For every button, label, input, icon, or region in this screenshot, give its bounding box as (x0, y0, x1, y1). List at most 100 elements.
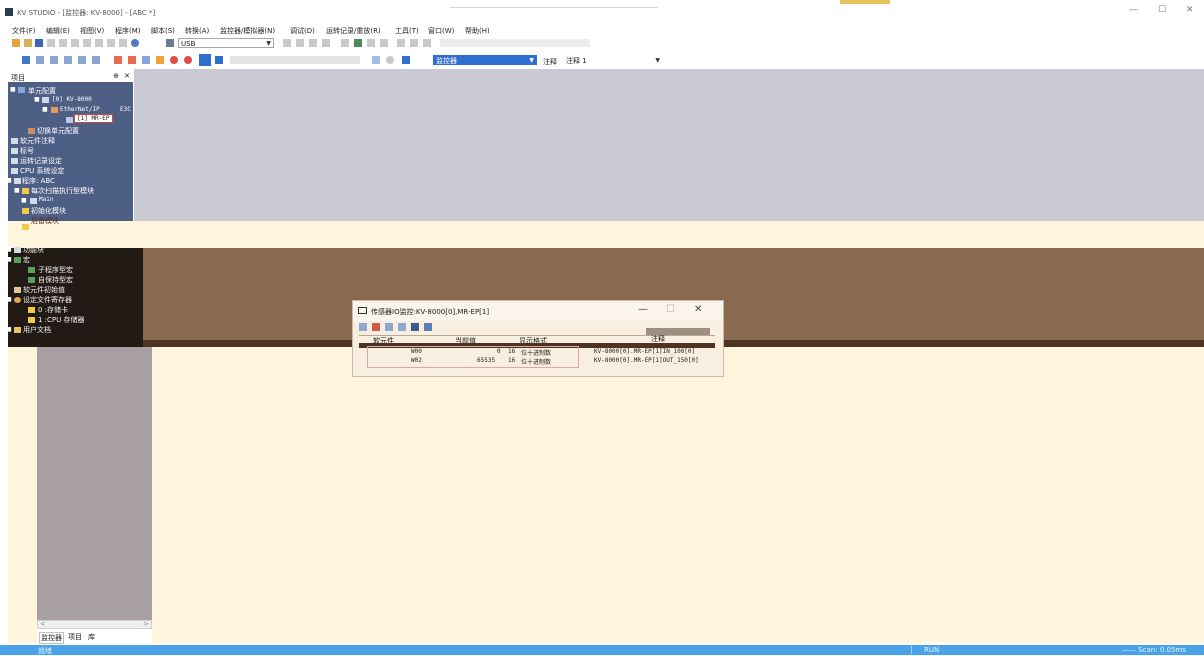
settings-icon[interactable] (411, 323, 419, 331)
tree-cpu-mem[interactable]: 1 :CPU 存储器 (38, 315, 85, 325)
step-controls[interactable] (230, 56, 360, 64)
collapse-toggle[interactable]: ■ (14, 187, 20, 194)
find-icon[interactable] (119, 39, 127, 47)
read-plc-icon[interactable] (283, 39, 291, 47)
write-plc-icon[interactable] (296, 39, 304, 47)
menu-help[interactable]: 帮助(H) (465, 26, 490, 36)
collapse-toggle[interactable]: ■ (6, 326, 12, 333)
registers-icon[interactable] (367, 39, 375, 47)
outdent-icon[interactable] (64, 56, 72, 64)
menu-program[interactable]: 程序(M) (115, 26, 141, 36)
tree-macro[interactable]: 宏 (23, 255, 30, 265)
time-icon[interactable] (386, 56, 394, 64)
chart-icon[interactable] (354, 39, 362, 47)
menu-convert[interactable]: 转换(A) (185, 26, 209, 36)
menu-debug[interactable]: 调试(D) (290, 26, 315, 36)
tree-init-module[interactable]: 初始化模块 (31, 206, 66, 216)
help-icon[interactable] (131, 39, 139, 47)
menu-tools[interactable]: 工具(T) (395, 26, 419, 36)
close-icon[interactable]: ✕ (124, 72, 130, 80)
tree-user-doc[interactable]: 用户文档 (23, 325, 51, 335)
monitor-icon[interactable] (322, 39, 330, 47)
monitor-stop-icon[interactable] (128, 56, 136, 64)
collapse-toggle[interactable]: ■ (34, 96, 40, 103)
tree-self-hold-macro[interactable]: 自保持型宏 (38, 275, 73, 285)
collapse-toggle[interactable]: ■ (10, 86, 16, 93)
delete-icon[interactable] (372, 323, 380, 331)
tab-library[interactable]: 库 (88, 632, 95, 642)
tree-main[interactable]: Main (39, 196, 53, 203)
table-view-icon[interactable] (385, 323, 393, 331)
tree-card0[interactable]: 0 :存储卡 (38, 305, 68, 315)
tree-device-init[interactable]: 软元件初始值 (23, 285, 65, 295)
record-icon[interactable] (170, 56, 178, 64)
tree-standby-module[interactable]: 后备模块 (31, 216, 59, 226)
tree-ethernet[interactable]: EtherNet/IP (60, 106, 100, 113)
transfer-icon[interactable] (166, 39, 174, 47)
comment-select[interactable]: 注释 1 ▼ (563, 55, 663, 65)
tree-cpu-setting[interactable]: CPU 系统设定 (20, 166, 64, 176)
ladder-symbols-toolbar[interactable] (440, 39, 590, 47)
collapse-toggle[interactable]: ■ (6, 177, 12, 184)
tree-subroutine-macro[interactable]: 子程序型宏 (38, 265, 73, 275)
view-mode-icon[interactable] (402, 56, 410, 64)
list-view-icon[interactable] (398, 323, 406, 331)
tree-unit-cpu[interactable]: [0] KV-8000 (52, 96, 92, 103)
add-device-icon[interactable] (359, 323, 367, 331)
ladder-icon[interactable] (380, 39, 388, 47)
collapse-toggle[interactable]: ■ (42, 106, 48, 113)
menu-view[interactable]: 视图(V) (80, 26, 104, 36)
search-icon[interactable] (372, 56, 380, 64)
tree-unit-config[interactable]: 单元配置 (28, 86, 56, 96)
watch-icon[interactable] (92, 56, 100, 64)
verify-icon[interactable] (309, 39, 317, 47)
new-icon[interactable] (12, 39, 20, 47)
mode-select[interactable]: 监控器 ▼ (433, 55, 537, 65)
menu-edit[interactable]: 编辑(E) (46, 26, 70, 36)
menu-window[interactable]: 窗口(W) (428, 26, 454, 36)
redo-icon[interactable] (107, 39, 115, 47)
list-icon[interactable] (36, 56, 44, 64)
zoom-icon[interactable] (341, 39, 349, 47)
tree-func-block[interactable]: 功能块 (23, 245, 44, 255)
copy-icon[interactable] (71, 39, 79, 47)
collapse-toggle[interactable]: ■ (6, 256, 12, 263)
indent-icon[interactable] (50, 56, 58, 64)
tree-file-register[interactable]: 设定文件寄存器 (23, 295, 72, 305)
table-icon[interactable] (78, 56, 86, 64)
save-icon[interactable] (35, 39, 43, 47)
stop-icon[interactable] (215, 56, 223, 64)
tab-monitor[interactable]: 监控器 (39, 632, 64, 644)
connection-select[interactable]: USB ▼ (178, 38, 274, 48)
tab-project[interactable]: 项目 (68, 632, 82, 642)
tree-switch-unit[interactable]: 切换单元配置 (37, 126, 79, 136)
menu-file[interactable]: 文件(F) (12, 26, 36, 36)
tree-program[interactable]: 程序: ABC (22, 176, 55, 186)
monitor-start-icon[interactable] (114, 56, 122, 64)
scroll-left-icon[interactable]: < (40, 620, 46, 628)
dialog-close-button[interactable]: ✕ (694, 304, 702, 315)
collapse-toggle[interactable]: ■ (6, 246, 12, 253)
run-icon[interactable] (199, 54, 211, 66)
dialog-maximize-button[interactable]: ☐ (666, 304, 675, 315)
pin-icon[interactable]: ⊕ (113, 72, 119, 80)
breakpoint-icon[interactable] (184, 56, 192, 64)
tree-mr-ep[interactable]: [1] MR-EP (74, 114, 113, 123)
device-icon[interactable] (410, 39, 418, 47)
maximize-button[interactable]: ☐ (1158, 5, 1166, 15)
export-icon[interactable] (424, 323, 432, 331)
menu-run-record[interactable]: 运转记录/重放(R) (326, 26, 381, 36)
tree-scan-module[interactable]: 每次扫描执行型模块 (31, 186, 94, 196)
open-icon[interactable] (24, 39, 32, 47)
collapse-toggle[interactable]: ■ (6, 296, 12, 303)
unit-icon[interactable] (423, 39, 431, 47)
cut-icon[interactable] (59, 39, 67, 47)
paste-icon[interactable] (83, 39, 91, 47)
io-icon[interactable] (397, 39, 405, 47)
menu-script[interactable]: 脚本(S) (151, 26, 175, 36)
stop-sim-icon[interactable] (156, 56, 164, 64)
online-edit-icon[interactable] (22, 56, 30, 64)
project-pane-scrollbar[interactable]: < > (37, 620, 152, 629)
close-button[interactable]: ✕ (1186, 5, 1194, 15)
dialog-titlebar[interactable]: 传感器IO监控:KV-8000[0],MR-EP[1] — ☐ ✕ (353, 301, 723, 321)
